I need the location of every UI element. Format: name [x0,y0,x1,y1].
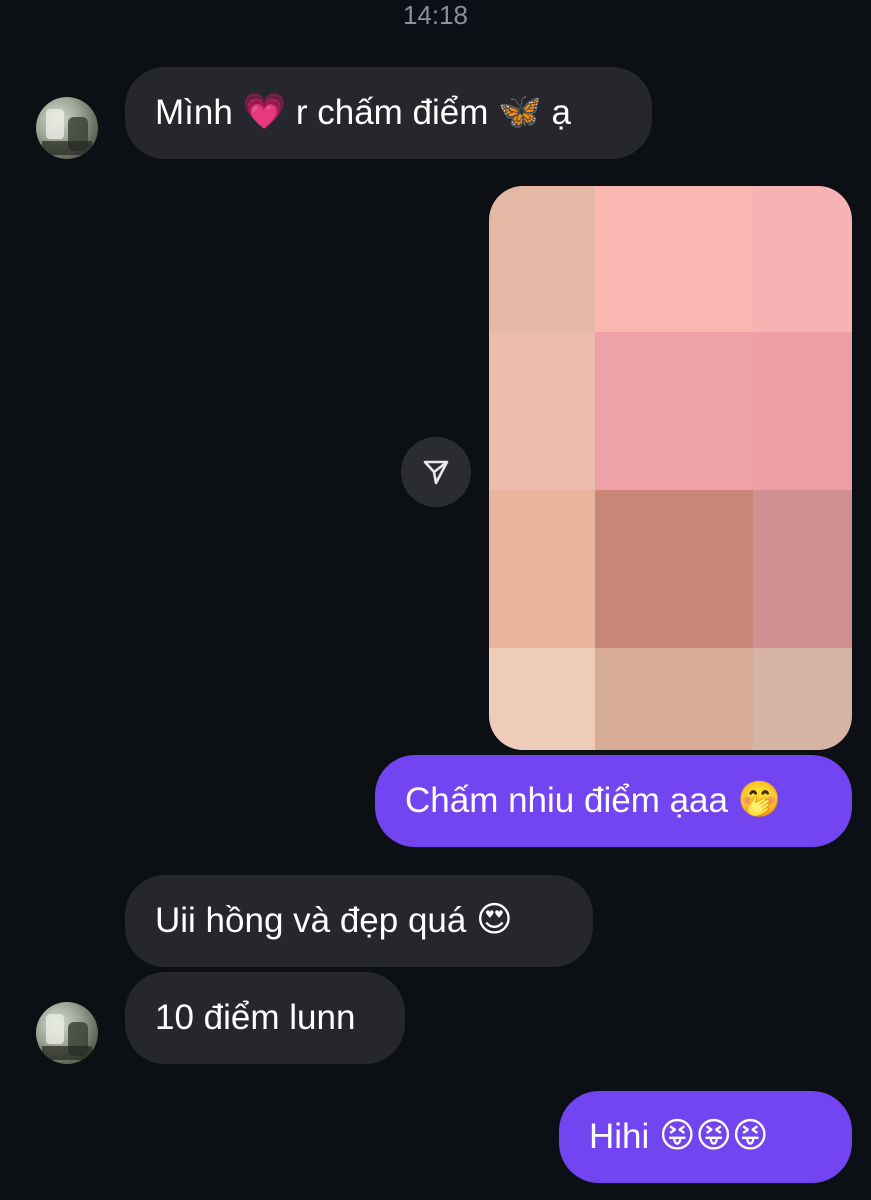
message-timestamp: 14:18 [402,0,469,30]
photo-pixel-tile [489,490,595,648]
photo-pixel-tile [595,490,753,648]
photo-pixel-tile [753,490,852,648]
outgoing-message-bubble[interactable]: Hihi 😝😝😝 [559,1091,852,1183]
photo-pixel-tile [753,648,852,750]
photo-pixel-tile [595,648,753,750]
heart-eyes-emoji: 😍 [476,899,513,939]
share-button[interactable] [401,437,471,507]
contact-avatar[interactable] [36,97,98,159]
message-text: Chấm nhiu điểm ạaa [405,781,738,820]
photo-pixel-tile [595,332,753,490]
incoming-message-bubble[interactable]: 10 điểm lunn [125,972,405,1064]
squinting-tongue-emoji: 😝😝😝 [659,1115,769,1155]
message-text-part: ạ [541,93,571,132]
photo-pixel-tile [489,186,595,332]
photo-pixel-tile [595,186,753,332]
message-text: Uii hồng và đẹp quá [155,901,477,940]
outgoing-message-bubble[interactable]: Chấm nhiu điểm ạaa 🤭 [375,755,852,847]
photo-pixel-tile [753,186,852,332]
hand-over-mouth-emoji: 🤭 [737,779,782,819]
incoming-message-bubble[interactable]: Uii hồng và đẹp quá 😍 [125,875,593,967]
growing-heart-emoji: 💗 [242,91,287,131]
butterfly-emoji: 🦋 [498,91,542,131]
shared-photo[interactable] [489,186,852,750]
contact-avatar[interactable] [36,1002,98,1064]
photo-pixel-tile [489,648,595,750]
message-text: Hihi [589,1117,660,1156]
incoming-message-bubble[interactable]: Mình 💗 r chấm điểm 🦋 ạ [125,67,652,159]
message-text-part: r chấm điểm [286,93,499,132]
message-text: 10 điểm lunn [155,998,356,1037]
share-send-icon [423,460,449,485]
message-text-part: Mình [155,93,243,132]
photo-pixel-tile [489,332,595,490]
photo-pixel-tile [753,332,852,490]
